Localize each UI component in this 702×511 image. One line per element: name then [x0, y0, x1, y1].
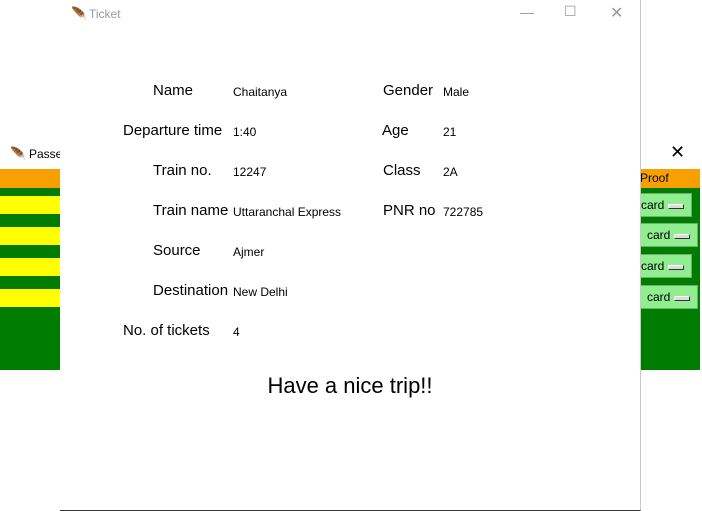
tickets-count-value: 4 [233, 325, 240, 339]
id-proof-label: card [641, 198, 665, 212]
close-icon[interactable]: ✕ [610, 3, 623, 23]
ticket-window: 🪶 Ticket — ☐ ✕ Name Chaitanya Departure … [60, 0, 641, 511]
gender-label: Gender [383, 82, 434, 99]
close-icon[interactable]: ✕ [670, 142, 685, 163]
id-proof-dropdown[interactable]: card [632, 193, 692, 217]
dropdown-indicator-icon [674, 234, 690, 239]
destination-label: Destination [153, 282, 229, 299]
table-row[interactable] [0, 289, 60, 307]
class-value: 2A [443, 165, 458, 179]
table-row[interactable] [0, 227, 60, 245]
destination-value: New Delhi [233, 285, 288, 299]
table-row[interactable] [0, 196, 60, 214]
class-label: Class [383, 162, 421, 179]
feather-icon: 🪶 [10, 146, 27, 161]
id-proof-label: card [647, 290, 671, 304]
id-proof-label: card [641, 259, 665, 273]
farewell-message: Have a nice trip!! [267, 373, 433, 398]
name-label: Name [153, 82, 194, 99]
ticket-titlebar[interactable]: 🪶 Ticket — ☐ ✕ [60, 0, 640, 28]
dropdown-indicator-icon [668, 204, 684, 209]
age-label: Age [382, 122, 409, 139]
id-proof-label: card [647, 228, 671, 242]
gender-value: Male [443, 85, 470, 99]
id-proof-dropdown[interactable]: card [632, 254, 692, 278]
departure-time-label: Departure time [123, 122, 223, 139]
dropdown-indicator-icon [668, 265, 684, 270]
pnr-label: PNR no [383, 202, 436, 219]
source-label: Source [153, 242, 201, 259]
train-no-value: 12247 [233, 165, 267, 179]
tickets-count-label: No. of tickets [123, 322, 210, 339]
train-no-label: Train no. [153, 162, 212, 179]
pnr-value: 722785 [443, 205, 484, 219]
id-proof-dropdown[interactable]: card [638, 285, 698, 309]
ticket-window-title: Ticket [89, 7, 121, 21]
feather-icon: 🪶 [71, 6, 88, 21]
train-name-label: Train name [153, 202, 229, 219]
source-value: Ajmer [233, 245, 265, 259]
table-row[interactable] [0, 258, 60, 276]
maximize-icon[interactable]: ☐ [564, 3, 577, 20]
minimize-icon[interactable]: — [520, 4, 534, 20]
age-value: 21 [443, 125, 457, 139]
id-proof-dropdown[interactable]: card [638, 223, 698, 247]
train-name-value: Uttaranchal Express [233, 205, 342, 219]
name-value: Chaitanya [233, 85, 288, 99]
departure-time-value: 1:40 [233, 125, 257, 139]
column-header-proof: Proof [640, 171, 669, 185]
dropdown-indicator-icon [674, 296, 690, 301]
